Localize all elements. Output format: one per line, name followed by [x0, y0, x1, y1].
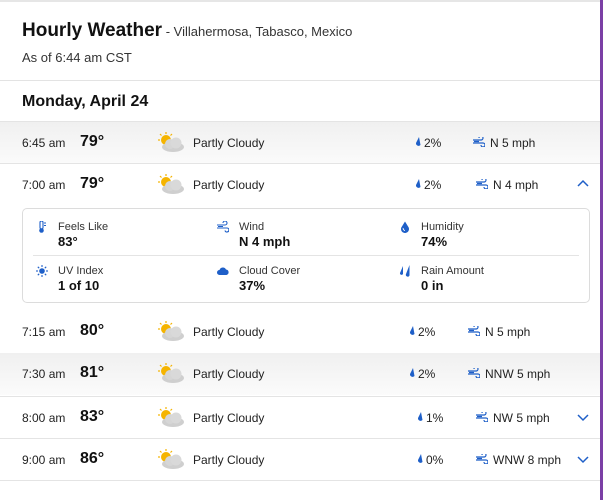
wind-value: N 4 mph — [493, 178, 539, 192]
hour-wind: N 5 mph — [473, 136, 535, 150]
hour-wind: N 5 mph — [468, 325, 530, 339]
wind-icon — [217, 221, 229, 233]
wind-icon — [476, 454, 488, 464]
precip-drop-icon — [417, 454, 423, 463]
hour-row-0800[interactable]: 8:00 am 83° Partly Cloudy 1% NW 5 mph — [0, 396, 600, 439]
hour-wind: N 4 mph — [476, 178, 538, 192]
partly-cloudy-icon — [158, 174, 184, 194]
detail-label: Cloud Cover — [239, 265, 301, 277]
hour-wind: WNW 8 mph — [476, 453, 561, 467]
hour-temp: 83° — [80, 408, 105, 425]
hour-row-0700[interactable]: 7:00 am 79° Partly Cloudy 2% N 4 mph — [0, 163, 600, 206]
precip-value: 1% — [426, 411, 444, 425]
precip-drop-icon — [409, 326, 415, 335]
thermometer-icon — [39, 221, 46, 233]
page-header: Hourly Weather - Villahermosa, Tabasco, … — [22, 20, 352, 65]
precip-drop-icon — [409, 368, 415, 377]
hour-precip: 2% — [414, 178, 441, 192]
window-top-edge — [0, 0, 603, 2]
hour-detail-panel: Feels Like 83° Wind N 4 mph Humidity 74%… — [22, 208, 590, 303]
day-heading: Monday, April 24 — [22, 93, 149, 110]
hour-wind: NW 5 mph — [476, 411, 550, 425]
as-of-timestamp: As of 6:44 am CST — [22, 50, 132, 65]
wind-icon — [468, 326, 480, 336]
title-line: Hourly Weather - Villahermosa, Tabasco, … — [22, 20, 352, 42]
hour-temp: 86° — [80, 450, 105, 467]
sun-icon — [36, 265, 48, 277]
wind-value: NW 5 mph — [493, 411, 550, 425]
hour-wind: NNW 5 mph — [468, 367, 550, 381]
detail-label: Rain Amount — [421, 265, 484, 277]
precip-drop-icon — [415, 137, 421, 146]
hour-row-0730[interactable]: 7:30 am 81° Partly Cloudy 2% NNW 5 mph — [0, 353, 600, 395]
precip-value: 0% — [426, 453, 444, 467]
hour-precip: 2% — [414, 136, 441, 150]
header-divider — [0, 80, 600, 81]
wind-icon — [468, 368, 480, 378]
precip-value: 2% — [424, 178, 442, 192]
detail-value: 37% — [239, 278, 266, 293]
wind-value: N 5 mph — [490, 136, 536, 150]
page-title: Hourly Weather — [22, 20, 163, 41]
chevron-down-icon[interactable] — [577, 411, 589, 423]
chevron-down-icon[interactable] — [577, 453, 589, 465]
precip-drop-icon — [415, 179, 421, 188]
partly-cloudy-icon — [158, 321, 184, 341]
hour-condition: Partly Cloudy — [193, 325, 265, 339]
hour-temp: 79° — [80, 175, 105, 192]
hour-condition: Partly Cloudy — [193, 178, 265, 192]
hour-time: 8:00 am — [22, 411, 66, 425]
hour-condition: Partly Cloudy — [193, 411, 265, 425]
location-label: - Villahermosa, Tabasco, Mexico — [162, 24, 353, 39]
partly-cloudy-icon — [158, 407, 184, 427]
partly-cloudy-icon — [158, 132, 184, 152]
hour-condition: Partly Cloudy — [193, 453, 265, 467]
precip-value: 2% — [424, 136, 442, 150]
precip-value: 2% — [418, 325, 436, 339]
wind-icon — [476, 179, 488, 189]
detail-label: Humidity — [421, 221, 464, 233]
detail-label: Feels Like — [58, 221, 109, 233]
detail-value: 1 of 10 — [58, 278, 100, 293]
chevron-up-icon[interactable] — [577, 178, 589, 190]
detail-value: N 4 mph — [239, 234, 291, 249]
hour-time: 7:00 am — [22, 178, 66, 192]
detail-divider — [33, 255, 579, 256]
hour-time: 7:15 am — [22, 325, 66, 339]
hour-precip: 2% — [408, 325, 435, 339]
wind-value: NNW 5 mph — [485, 367, 551, 381]
cloud-icon — [217, 267, 229, 275]
precip-value: 2% — [418, 367, 436, 381]
precip-drop-icon — [417, 412, 423, 421]
hour-row-0715[interactable]: 7:15 am 80° Partly Cloudy 2% N 5 mph — [0, 311, 600, 353]
humidity-drop-icon — [401, 221, 409, 233]
detail-label: UV Index — [58, 265, 104, 277]
row-divider — [0, 480, 600, 481]
hour-time: 9:00 am — [22, 453, 66, 467]
hour-time: 6:45 am — [22, 136, 66, 150]
wind-value: WNW 8 mph — [493, 453, 562, 467]
hour-temp: 81° — [80, 364, 105, 381]
wind-icon — [476, 412, 488, 422]
detail-value: 0 in — [421, 278, 444, 293]
partly-cloudy-icon — [158, 449, 184, 469]
rain-icon — [399, 265, 410, 277]
hour-precip: 2% — [408, 367, 435, 381]
hour-condition: Partly Cloudy — [193, 136, 265, 150]
detail-value: 74% — [421, 234, 448, 249]
hour-row-0900[interactable]: 9:00 am 86° Partly Cloudy 0% WNW 8 mph — [0, 438, 600, 481]
hour-temp: 79° — [80, 133, 105, 150]
detail-label: Wind — [239, 221, 265, 233]
hour-condition: Partly Cloudy — [193, 367, 265, 381]
hour-time: 7:30 am — [22, 367, 66, 381]
wind-icon — [473, 137, 485, 147]
hour-precip: 1% — [416, 411, 443, 425]
wind-value: N 5 mph — [485, 325, 531, 339]
hour-temp: 80° — [80, 322, 105, 339]
hour-precip: 0% — [416, 453, 443, 467]
detail-value: 83° — [58, 234, 78, 249]
partly-cloudy-icon — [158, 363, 184, 383]
hour-row-0645[interactable]: 6:45 am 79° Partly Cloudy 2% N 5 mph — [0, 121, 600, 164]
